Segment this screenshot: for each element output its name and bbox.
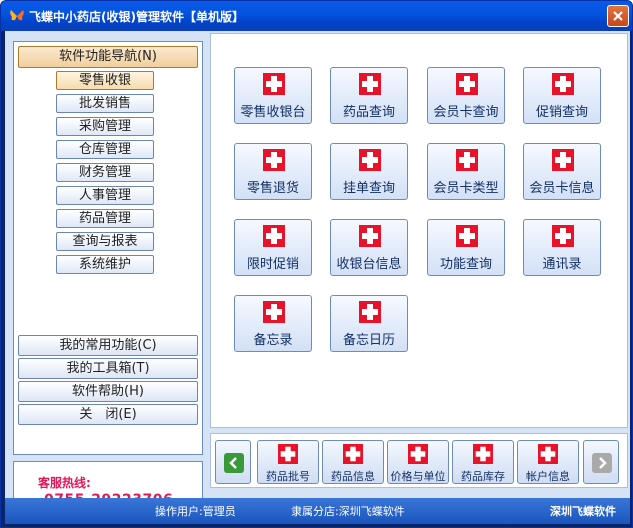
toolbar-label: 价格与单位	[390, 470, 446, 483]
red-cross-icon	[552, 73, 574, 95]
status-user: 操作用户:管理员	[155, 505, 236, 518]
scroll-left-button[interactable]	[215, 440, 251, 484]
client-area: 软件功能导航(N) 零售收银 批发销售 采购管理 仓库管理 财务管理 人事管理 …	[5, 31, 630, 524]
tile-label: 备忘日历	[342, 333, 395, 348]
tile-promotion-query[interactable]: 促销查询	[523, 67, 601, 124]
red-cross-icon	[456, 73, 478, 95]
toolbar-label: 药品信息	[331, 470, 375, 483]
green-left-arrow-icon	[224, 453, 244, 473]
tile-memo-calendar[interactable]: 备忘日历	[330, 295, 408, 352]
title-bar[interactable]: 飞蝶中小药店(收银)管理软件【单机版】	[1, 1, 632, 31]
red-cross-icon	[263, 301, 285, 323]
status-bar: 操作用户:管理员 隶属分店:深圳飞蝶软件 深圳飞蝶软件	[5, 498, 630, 524]
red-cross-icon	[473, 444, 493, 464]
toolbar-label: 帐户信息	[526, 470, 570, 483]
tile-label: 收银台信息	[336, 257, 402, 272]
quick-toolbar: 药品批号 药品信息 价格与单位 药品库存 帐户信息	[210, 433, 628, 488]
red-cross-icon	[278, 444, 298, 464]
tile-label: 零售退货	[246, 181, 299, 196]
close-icon	[613, 11, 623, 21]
tile-label: 挂单查询	[342, 181, 395, 196]
scroll-right-button[interactable]	[583, 440, 619, 484]
exit-button[interactable]: 关 闭(E)	[18, 404, 198, 425]
red-cross-icon	[359, 301, 381, 323]
red-cross-icon	[538, 444, 558, 464]
nav-item-warehouse[interactable]: 仓库管理	[56, 140, 154, 159]
navigation-panel: 软件功能导航(N) 零售收银 批发销售 采购管理 仓库管理 财务管理 人事管理 …	[13, 41, 203, 455]
nav-item-retail[interactable]: 零售收银	[56, 71, 154, 90]
tile-held-order-query[interactable]: 挂单查询	[330, 143, 408, 200]
tile-label: 会员卡查询	[433, 105, 499, 120]
butterfly-logo-icon	[10, 10, 24, 21]
red-cross-icon	[552, 149, 574, 171]
nav-item-drugs[interactable]: 药品管理	[56, 209, 154, 228]
red-cross-icon	[359, 73, 381, 95]
red-cross-icon	[263, 225, 285, 247]
toolbar-account-info-button[interactable]: 帐户信息	[517, 440, 579, 484]
tile-label: 会员卡类型	[433, 181, 499, 196]
nav-item-finance[interactable]: 财务管理	[56, 163, 154, 182]
function-grid: 零售收银台 药品查询 会员卡查询 促销查询 零售退货 挂单查询 会员卡类型 会员…	[210, 33, 628, 428]
tile-function-query[interactable]: 功能查询	[427, 219, 505, 276]
tile-label: 备忘录	[253, 333, 293, 348]
tile-label: 通讯录	[542, 257, 582, 272]
hotline-label: 客服热线:	[38, 476, 91, 490]
red-cross-icon	[552, 225, 574, 247]
window-title: 飞蝶中小药店(收银)管理软件【单机版】	[29, 10, 244, 24]
tile-label: 药品查询	[342, 105, 395, 120]
red-cross-icon	[343, 444, 363, 464]
tile-label: 会员卡信息	[529, 181, 595, 196]
tile-label: 促销查询	[535, 105, 588, 120]
red-cross-icon	[263, 73, 285, 95]
app-window: 飞蝶中小药店(收银)管理软件【单机版】 软件功能导航(N) 零售收银 批发销售 …	[0, 0, 633, 528]
nav-header[interactable]: 软件功能导航(N)	[18, 46, 198, 68]
gray-right-arrow-icon	[592, 453, 612, 473]
red-cross-icon	[456, 225, 478, 247]
tile-retail-return[interactable]: 零售退货	[234, 143, 312, 200]
nav-item-system[interactable]: 系统维护	[56, 255, 154, 274]
status-shop: 隶属分店:深圳飞蝶软件	[291, 505, 405, 518]
nav-item-wholesale[interactable]: 批发销售	[56, 94, 154, 113]
tile-flash-promotion[interactable]: 限时促销	[234, 219, 312, 276]
red-cross-icon	[359, 225, 381, 247]
nav-item-reports[interactable]: 查询与报表	[56, 232, 154, 251]
nav-item-hr[interactable]: 人事管理	[56, 186, 154, 205]
tile-label: 零售收银台	[240, 105, 306, 120]
tile-memo[interactable]: 备忘录	[234, 295, 312, 352]
red-cross-icon	[456, 149, 478, 171]
toolbar-drug-stock-button[interactable]: 药品库存	[452, 440, 514, 484]
nav-item-purchase[interactable]: 采购管理	[56, 117, 154, 136]
status-brand: 深圳飞蝶软件	[550, 505, 616, 518]
tile-member-card-type[interactable]: 会员卡类型	[427, 143, 505, 200]
red-cross-icon	[408, 444, 428, 464]
tile-label: 限时促销	[246, 257, 299, 272]
tile-address-book[interactable]: 通讯录	[523, 219, 601, 276]
toolbar-drug-info-button[interactable]: 药品信息	[322, 440, 384, 484]
close-window-button[interactable]	[607, 5, 629, 27]
tile-member-card-info[interactable]: 会员卡信息	[523, 143, 601, 200]
toolbar-label: 药品批号	[266, 470, 310, 483]
toolbar-price-unit-button[interactable]: 价格与单位	[387, 440, 449, 484]
toolbox-button[interactable]: 我的工具箱(T)	[18, 358, 198, 379]
tile-register-info[interactable]: 收银台信息	[330, 219, 408, 276]
red-cross-icon	[359, 149, 381, 171]
toolbar-drug-batch-button[interactable]: 药品批号	[257, 440, 319, 484]
red-cross-icon	[263, 149, 285, 171]
toolbar-label: 药品库存	[461, 470, 505, 483]
favorites-button[interactable]: 我的常用功能(C)	[18, 335, 198, 356]
tile-retail-checkout[interactable]: 零售收银台	[234, 67, 312, 124]
tile-label: 功能查询	[439, 257, 492, 272]
help-button[interactable]: 软件帮助(H)	[18, 381, 198, 402]
tile-member-card-query[interactable]: 会员卡查询	[427, 67, 505, 124]
tile-drug-query[interactable]: 药品查询	[330, 67, 408, 124]
